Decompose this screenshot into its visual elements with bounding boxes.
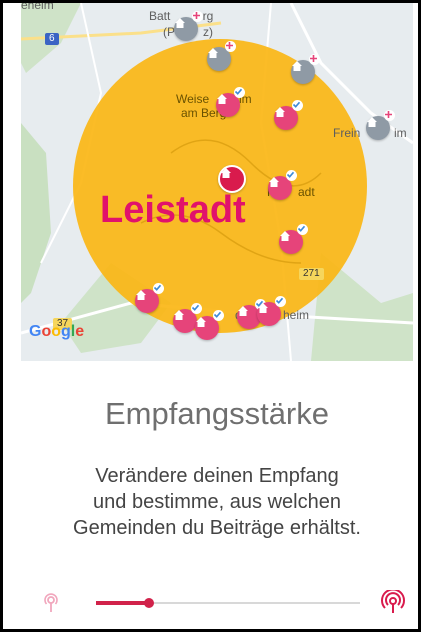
slider-thumb[interactable]	[144, 598, 154, 608]
map-label-z: z)	[203, 25, 213, 39]
house-icon	[174, 310, 184, 320]
town-marker[interactable]	[207, 41, 236, 71]
check-icon	[213, 310, 224, 321]
description: Verändere deinen Empfang und bestimme, a…	[21, 463, 413, 541]
town-marker[interactable]	[216, 87, 245, 117]
house-icon	[280, 231, 290, 241]
description-line: Verändere deinen Empfang	[95, 465, 339, 487]
town-marker[interactable]	[173, 303, 202, 333]
town-marker[interactable]	[268, 170, 297, 200]
house-icon	[217, 94, 227, 104]
check-icon	[286, 170, 297, 181]
check-icon	[191, 303, 202, 314]
signal-low-icon[interactable]	[38, 590, 64, 616]
house-icon	[269, 177, 279, 187]
check-icon	[275, 296, 286, 307]
center-place-label: Leistadt	[100, 189, 246, 231]
town-marker[interactable]	[366, 110, 395, 140]
house-icon	[292, 61, 302, 71]
town-marker[interactable]	[135, 283, 164, 313]
road-badge-271: 271	[299, 268, 324, 280]
house-icon	[196, 317, 206, 327]
map-view[interactable]: Batt erg (P z) Weise im am Berg Frein im…	[21, 3, 413, 361]
town-marker[interactable]	[195, 310, 224, 340]
town-marker[interactable]	[291, 54, 320, 84]
range-slider[interactable]	[38, 588, 408, 618]
signal-high-icon[interactable]	[380, 590, 406, 616]
map-label-batt: Batt	[149, 9, 171, 23]
town-marker[interactable]	[279, 224, 308, 254]
check-icon	[153, 283, 164, 294]
town-marker[interactable]	[274, 100, 303, 130]
map-label-adt: adt	[298, 185, 315, 199]
map-label-im2: im	[394, 126, 407, 140]
house-icon	[221, 168, 231, 178]
house-icon	[136, 290, 146, 300]
check-icon	[297, 224, 308, 235]
google-logo: Google	[29, 323, 85, 340]
add-icon	[309, 54, 320, 65]
house-icon	[258, 303, 268, 313]
check-icon	[234, 87, 245, 98]
description-line: und bestimme, aus welchen	[93, 491, 341, 513]
house-icon	[208, 48, 218, 58]
app-screen: Batt erg (P z) Weise im am Berg Frein im…	[0, 0, 421, 632]
add-icon	[225, 41, 236, 52]
description-line: Gemeinden du Beiträge erhältst.	[73, 517, 361, 539]
map-label-frein: Frein	[333, 126, 361, 140]
road-badge-6: 6	[45, 33, 59, 45]
add-icon	[192, 11, 203, 22]
town-marker[interactable]	[257, 296, 286, 326]
add-icon	[384, 110, 395, 121]
check-icon	[292, 100, 303, 111]
house-icon	[275, 107, 285, 117]
house-icon	[238, 306, 248, 316]
map-label-heim: heim	[283, 308, 310, 322]
map-label-eheim: eheim	[21, 3, 54, 12]
slider-fill	[96, 601, 149, 605]
house-icon	[367, 117, 377, 127]
page-title: Empfangsstärke	[105, 396, 329, 431]
town-marker[interactable]	[174, 11, 203, 41]
home-town-marker[interactable]	[218, 165, 246, 193]
house-icon	[175, 18, 185, 28]
map-label-weise: Weise	[176, 92, 210, 106]
